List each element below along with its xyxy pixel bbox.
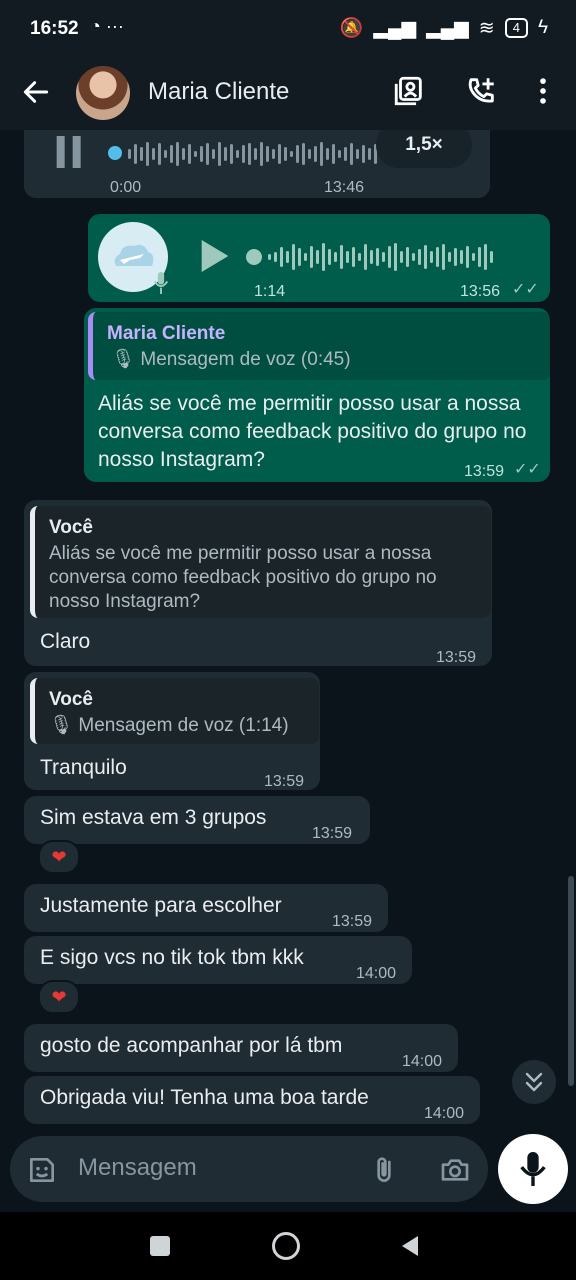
quoted-sender: Você	[49, 689, 94, 710]
quoted-sender: Maria Cliente	[107, 323, 226, 344]
message-incoming[interactable]: E sigo vcs no tik tok tbm kkk 14:00	[24, 936, 412, 984]
status-time: 16:52	[30, 18, 79, 39]
back-arrow-icon[interactable]	[20, 76, 52, 108]
signal-icon-2: ▂▄▆	[426, 17, 469, 39]
message-text: Claro	[40, 630, 91, 653]
quoted-message[interactable]: Você Aliás se você me permitir posso usa…	[30, 506, 491, 618]
status-bar: 16:52 ◔ ··· 🔕 ▂▄▆ ▂▄▆ ≋ 4 ϟ	[0, 0, 576, 58]
sender-avatar	[98, 222, 169, 294]
double-chevron-down-icon	[525, 1072, 543, 1092]
message-time: 14:00	[402, 1053, 443, 1070]
audio-elapsed: 0:00	[110, 179, 142, 196]
reaction-heart[interactable]: ❤	[38, 840, 80, 874]
quoted-message[interactable]: Maria Cliente 🎙 Mensagem de voz (0:45)	[88, 312, 551, 380]
pause-icon[interactable]	[56, 136, 84, 168]
audio-message-outgoing[interactable]: 1:14 13:56 ✓✓	[88, 214, 550, 302]
back-nav-icon[interactable]	[398, 1234, 422, 1258]
message-time: 13:59	[312, 825, 353, 842]
mute-icon: 🔕	[339, 18, 364, 39]
recents-button[interactable]	[150, 1236, 170, 1256]
status-right-icons: 🔕 ▂▄▆ ▂▄▆ ≋ 4 ϟ	[340, 16, 548, 40]
message-time: 13:59	[264, 773, 305, 790]
more-options-icon[interactable]	[526, 74, 560, 108]
read-receipt-icon: ✓✓	[512, 281, 539, 298]
charging-icon: ϟ	[537, 17, 548, 38]
audio-waveform	[268, 242, 493, 272]
camera-icon[interactable]	[438, 1154, 472, 1186]
message-incoming[interactable]: Você 🎙 Mensagem de voz (1:14) Tranquilo …	[24, 672, 320, 790]
mic-badge-icon	[153, 272, 169, 294]
message-time: 14:00	[356, 965, 397, 982]
message-text: Obrigada viu! Tenha uma boa tarde	[40, 1086, 369, 1109]
scrollbar[interactable]	[568, 876, 574, 1086]
add-call-icon[interactable]	[464, 74, 498, 108]
avatar[interactable]	[76, 66, 130, 120]
quoted-voice-label: 🎙 Mensagem de voz (1:14)	[49, 715, 289, 736]
message-incoming[interactable]: Sim estava em 3 grupos 13:59	[24, 796, 370, 844]
quoted-sender: Você	[49, 517, 94, 538]
message-text: Justamente para escolher	[40, 894, 282, 917]
signal-icon: ▂▄▆	[373, 17, 417, 39]
home-button[interactable]	[272, 1232, 300, 1260]
airplane-logo-icon	[114, 244, 154, 266]
message-incoming[interactable]: Obrigada viu! Tenha uma boa tarde 14:00	[24, 1076, 480, 1124]
wifi-icon: ≋	[478, 17, 495, 39]
message-outgoing[interactable]: Maria Cliente 🎙 Mensagem de voz (0:45) A…	[84, 308, 551, 482]
emoji-sticker-icon[interactable]	[26, 1154, 58, 1186]
message-text: Tranquilo	[40, 756, 127, 779]
message-time: 14:00	[424, 1105, 465, 1122]
message-text: Sim estava em 3 grupos	[40, 806, 267, 829]
chat-header: Maria Cliente	[0, 58, 576, 130]
message-incoming[interactable]: Justamente para escolher 13:59	[24, 884, 388, 932]
playback-speed-button[interactable]: 1,5×	[376, 130, 472, 168]
message-text: gosto de acompanhar por lá tbm	[40, 1034, 343, 1057]
reaction-heart[interactable]: ❤	[38, 980, 80, 1014]
message-time: 13:59	[464, 463, 505, 480]
play-icon[interactable]	[200, 240, 230, 272]
read-receipt-icon: ✓✓	[514, 461, 541, 478]
quoted-text: Mensagem de voz (1:14)	[78, 715, 289, 736]
audio-duration: 1:14	[254, 283, 286, 300]
contact-name[interactable]: Maria Cliente	[148, 78, 289, 106]
message-time: 13:46	[324, 179, 365, 196]
chat-area[interactable]: 1,5× 0:00 13:46 1:14 13:56 ✓✓ Maria Clie…	[0, 130, 576, 1135]
message-incoming[interactable]: gosto de acompanhar por lá tbm 14:00	[24, 1024, 458, 1072]
system-nav-bar	[0, 1212, 576, 1280]
message-time: 13:59	[436, 649, 477, 666]
quoted-voice-label: 🎙 Mensagem de voz (0:45)	[111, 349, 351, 370]
audio-waveform	[128, 140, 389, 168]
battery-icon: 4	[504, 18, 528, 38]
quoted-text: Aliás se você me permitir posso usar a n…	[49, 543, 437, 612]
message-time: 13:59	[332, 913, 373, 930]
audio-message-incoming[interactable]: 1,5× 0:00 13:46	[24, 130, 490, 198]
quoted-text: Mensagem de voz (0:45)	[140, 349, 351, 370]
message-input[interactable]: Mensagem	[78, 1154, 197, 1182]
message-input-bar[interactable]: Mensagem	[10, 1136, 488, 1202]
audio-progress-dot[interactable]	[246, 249, 262, 265]
audio-progress-dot[interactable]	[108, 146, 122, 160]
contact-card-icon[interactable]	[392, 74, 426, 108]
voice-record-button[interactable]	[498, 1134, 568, 1204]
message-incoming[interactable]: Você Aliás se você me permitir posso usa…	[24, 500, 492, 666]
message-time: 13:56	[460, 283, 501, 300]
quoted-message[interactable]: Você 🎙 Mensagem de voz (1:14)	[30, 678, 319, 744]
attach-icon[interactable]	[368, 1154, 400, 1186]
scroll-down-button[interactable]	[512, 1060, 556, 1104]
notification-icons: ◔ ···	[90, 16, 124, 36]
microphone-icon	[520, 1152, 546, 1186]
message-text: E sigo vcs no tik tok tbm kkk	[40, 946, 304, 969]
